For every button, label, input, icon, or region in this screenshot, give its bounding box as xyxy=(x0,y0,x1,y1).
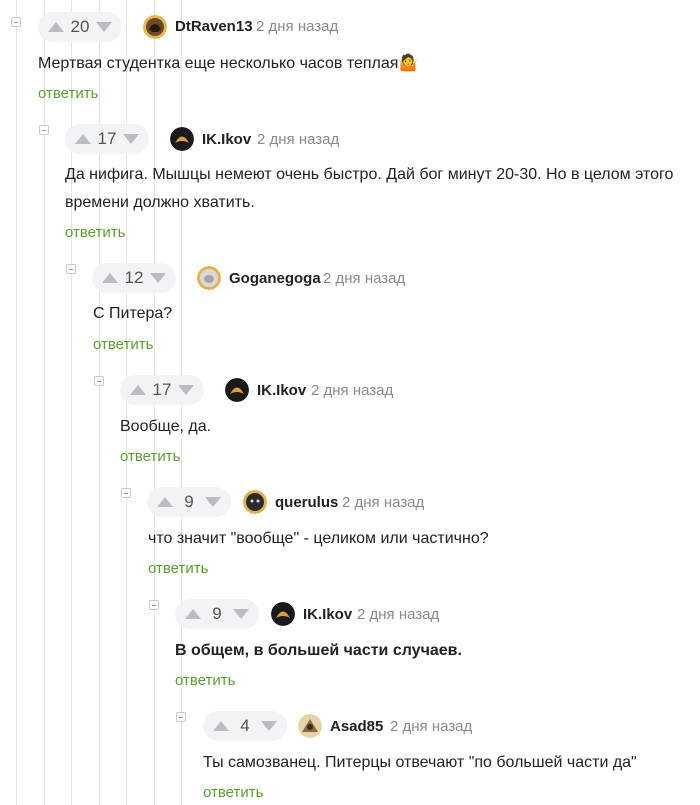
avatar[interactable] xyxy=(197,266,221,290)
reply-link[interactable]: ответить xyxy=(65,224,125,241)
vote-control: 20 xyxy=(38,12,122,42)
comment-text: С Питера? xyxy=(93,305,173,322)
timestamp[interactable]: 2 дня назад xyxy=(357,606,439,623)
upvote-icon[interactable] xyxy=(130,385,146,395)
avatar[interactable] xyxy=(243,490,267,514)
vote-control: 17 xyxy=(65,124,149,154)
username[interactable]: IK.Ikov xyxy=(202,131,251,148)
timestamp[interactable]: 2 дня назад xyxy=(257,131,339,148)
timestamp[interactable]: 2 дня назад xyxy=(390,718,472,735)
comment-text: Мертвая студентка еще несколько часов те… xyxy=(38,55,419,72)
comment-text: Ты самозванец. Питерцы отвечают "по боль… xyxy=(203,754,637,771)
timestamp[interactable]: 2 дня назад xyxy=(311,382,393,399)
vote-control: 12 xyxy=(92,263,176,293)
downvote-icon[interactable] xyxy=(122,134,139,144)
avatar[interactable] xyxy=(271,602,295,626)
collapse-toggle[interactable] xyxy=(66,264,76,274)
downvote-icon[interactable] xyxy=(95,22,112,32)
vote-control: 9 xyxy=(175,599,259,629)
avatar[interactable] xyxy=(225,378,249,402)
upvote-icon[interactable] xyxy=(213,721,229,731)
collapse-toggle[interactable] xyxy=(94,376,104,386)
collapse-toggle[interactable] xyxy=(39,125,49,135)
vote-count: 9 xyxy=(212,604,222,623)
vote-count: 12 xyxy=(124,268,144,287)
avatar[interactable] xyxy=(170,127,194,151)
upvote-icon[interactable] xyxy=(157,497,173,507)
reply-link[interactable]: ответить xyxy=(120,448,180,465)
comment-text: Вообще, да. xyxy=(120,418,212,435)
username[interactable]: querulus xyxy=(275,494,338,511)
vote-count: 9 xyxy=(184,492,194,511)
timestamp[interactable]: 2 дня назад xyxy=(342,494,424,511)
reply-link[interactable]: ответить xyxy=(203,784,263,801)
vote-count: 20 xyxy=(70,17,90,36)
reply-link[interactable]: ответить xyxy=(175,672,235,689)
reply-link[interactable]: ответить xyxy=(148,560,208,577)
timestamp[interactable]: 2 дня назад xyxy=(323,270,405,287)
collapse-toggle[interactable] xyxy=(176,712,186,722)
vote-control: 9 xyxy=(147,487,231,517)
downvote-icon[interactable] xyxy=(149,273,166,283)
downvote-icon[interactable] xyxy=(177,385,194,395)
thread-line xyxy=(16,0,17,805)
username[interactable]: Goganegoga xyxy=(229,270,321,287)
downvote-icon[interactable] xyxy=(205,497,221,507)
reply-link[interactable]: ответить xyxy=(38,85,98,102)
vote-count: 17 xyxy=(152,380,172,399)
upvote-icon[interactable] xyxy=(102,273,118,283)
upvote-icon[interactable] xyxy=(75,134,91,144)
reply-link[interactable]: ответить xyxy=(93,336,153,353)
comment-text: В общем, в большей части случаев. xyxy=(175,642,462,659)
upvote-icon[interactable] xyxy=(48,22,64,32)
upvote-icon[interactable] xyxy=(185,609,201,619)
timestamp[interactable]: 2 дня назад xyxy=(256,18,338,35)
thread-line xyxy=(44,0,45,805)
collapse-toggle[interactable] xyxy=(149,600,159,610)
vote-control: 17 xyxy=(120,375,204,405)
comment-text: что значит "вообще" - целиком или частич… xyxy=(148,530,489,547)
downvote-icon[interactable] xyxy=(233,609,249,619)
avatar[interactable] xyxy=(143,15,167,39)
vote-control: 4 xyxy=(203,711,287,741)
vote-count: 4 xyxy=(240,716,250,735)
username[interactable]: Asad85 xyxy=(330,718,383,735)
avatar[interactable] xyxy=(298,714,322,738)
vote-count: 17 xyxy=(97,129,117,148)
downvote-icon[interactable] xyxy=(261,721,277,731)
collapse-toggle[interactable] xyxy=(121,488,131,498)
username[interactable]: DtRaven13 xyxy=(175,18,253,35)
thread-line xyxy=(99,0,100,805)
thread-line xyxy=(71,0,72,805)
comment-text: Да нифига. Мышцы немеют очень быстро. Да… xyxy=(65,166,674,211)
username[interactable]: IK.Ikov xyxy=(303,606,352,623)
collapse-toggle[interactable] xyxy=(11,17,21,27)
username[interactable]: IK.Ikov xyxy=(257,382,306,399)
